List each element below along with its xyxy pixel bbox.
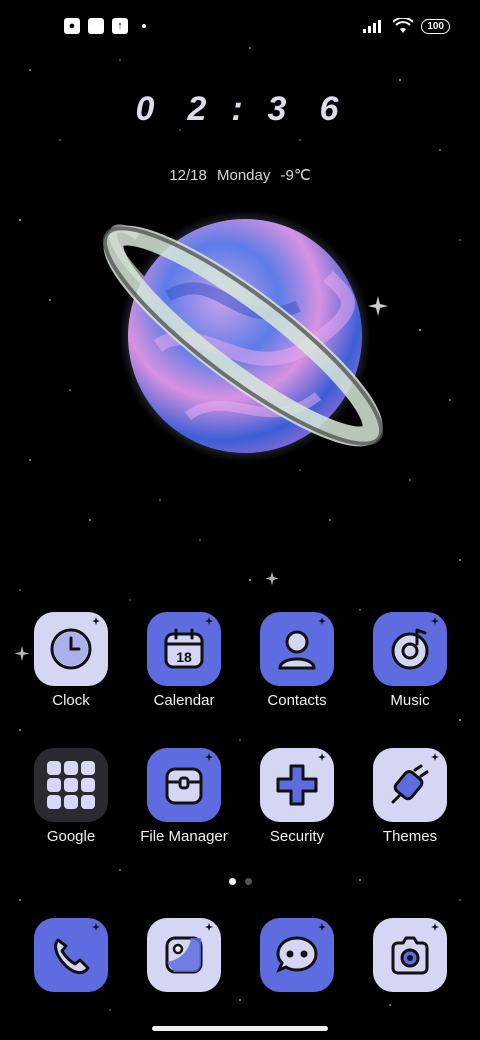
square-icon <box>88 18 104 34</box>
app-music[interactable]: Music <box>355 612 465 709</box>
camera-icon <box>373 918 447 992</box>
contacts-icon <box>260 612 334 686</box>
app-clock[interactable]: Clock <box>16 612 126 709</box>
themes-icon <box>373 748 447 822</box>
app-label-google: Google <box>46 828 96 845</box>
clock-icon <box>34 612 108 686</box>
page-dot-active[interactable] <box>228 878 236 885</box>
app-label-calendar: Calendar <box>153 692 215 709</box>
phone-icon <box>34 918 108 992</box>
hour-digit-1: 0 <box>135 90 161 128</box>
gallery-icon <box>147 918 221 992</box>
app-label-music: Music <box>390 692 430 709</box>
wifi-icon <box>393 18 414 33</box>
clock-widget[interactable]: 02:36 <box>0 90 480 129</box>
security-icon <box>260 748 334 822</box>
file-manager-icon <box>147 748 221 822</box>
app-label-themes: Themes <box>382 828 438 845</box>
app-security[interactable]: Security <box>242 748 352 845</box>
messages-icon <box>260 918 334 992</box>
google-folder-icon <box>34 748 108 822</box>
calendar-date-badge: 18 <box>176 649 192 665</box>
page-dot-inactive[interactable] <box>244 878 252 885</box>
signal-icon <box>363 20 382 33</box>
dock-camera[interactable] <box>355 918 465 992</box>
battery-icon: 100 <box>421 18 450 34</box>
minute-digit-2: 6 <box>319 90 345 128</box>
home-gesture-bar[interactable] <box>152 1026 328 1031</box>
music-icon <box>373 612 447 686</box>
status-bar: ● ↑ 100 <box>0 0 480 56</box>
date-weather-line: 12/18 Monday -9℃ <box>169 167 311 184</box>
app-label-file-manager: File Manager <box>140 828 228 845</box>
notification-icon: ● <box>64 18 80 34</box>
page-indicator[interactable] <box>0 878 480 885</box>
dock-messages[interactable] <box>242 918 352 992</box>
calendar-icon: 18 <box>147 612 221 686</box>
more-notifications-dot <box>142 24 146 28</box>
app-calendar[interactable]: 18 Calendar <box>129 612 239 709</box>
minute-digit-1: 3 <box>267 90 293 128</box>
app-label-clock: Clock <box>52 692 90 709</box>
planet-illustration <box>102 210 384 462</box>
battery-level: 100 <box>427 20 444 32</box>
app-label-security: Security <box>269 828 325 845</box>
app-contacts[interactable]: Contacts <box>242 612 352 709</box>
dock-phone[interactable] <box>16 918 126 992</box>
app-themes[interactable]: Themes <box>355 748 465 845</box>
hour-digit-2: 2 <box>187 90 213 128</box>
app-google-folder[interactable]: Google <box>16 748 126 845</box>
app-label-contacts: Contacts <box>267 692 327 709</box>
dock-gallery[interactable] <box>129 918 239 992</box>
upload-icon: ↑ <box>112 18 128 34</box>
time-colon: : <box>231 90 249 128</box>
app-file-manager[interactable]: File Manager <box>129 748 239 845</box>
